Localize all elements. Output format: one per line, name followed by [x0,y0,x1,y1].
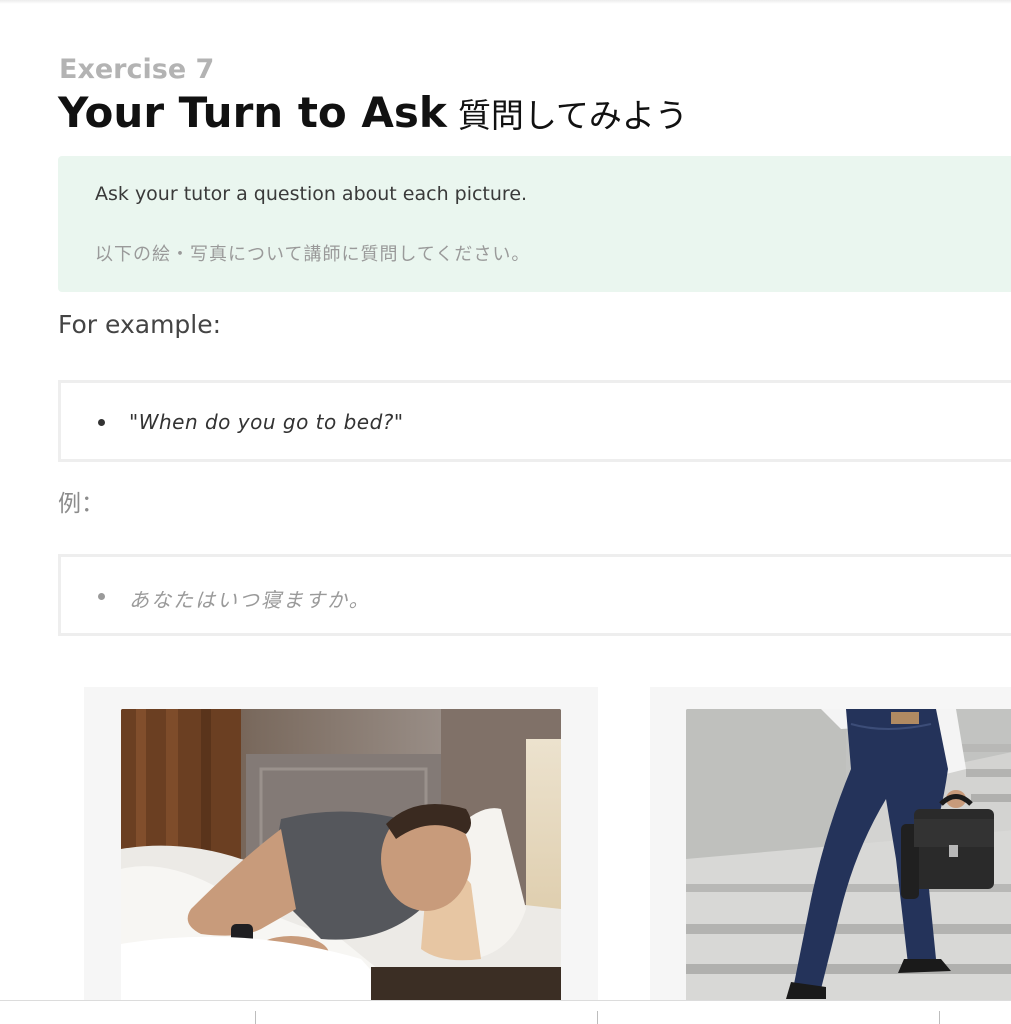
picture-card-2 [650,687,1011,1024]
example-heading-en: For example: [58,310,222,339]
instruction-box: Ask your tutor a question about each pic… [58,156,1011,292]
instruction-text-en: Ask your tutor a question about each pic… [95,183,528,205]
example-item-en: "When do you go to bed?" [129,410,404,434]
lesson-page: Exercise 7 Your Turn to Ask 質問してみよう Ask … [0,0,1011,1024]
instruction-text-ja: 以下の絵・写真について講師に質問してください。 [95,244,531,265]
bullet-icon [98,419,105,426]
example-box-ja: あなたはいつ寝ますか。 [58,554,1011,636]
photo-man-walking-up-stairs-with-briefcase [686,709,1011,1004]
exercise-title: Your Turn to Ask 質問してみよう [58,88,688,137]
toolbar-divider [255,1011,256,1024]
bullet-icon [98,593,105,600]
exercise-title-ja: 質問してみよう [457,96,688,135]
picture-card-1 [84,687,598,1024]
exercise-number: Exercise 7 [59,54,215,85]
example-box-en: "When do you go to bed?" [58,380,1011,462]
bottom-toolbar [0,1000,1011,1024]
toolbar-divider [939,1011,940,1024]
toolbar-divider [597,1011,598,1024]
photo-man-sleeping-in-bed [121,709,561,1004]
exercise-title-en: Your Turn to Ask [58,88,447,137]
example-heading-ja: 例： [58,491,104,517]
example-item-ja: あなたはいつ寝ますか。 [129,588,371,612]
top-shadow [0,0,1011,4]
